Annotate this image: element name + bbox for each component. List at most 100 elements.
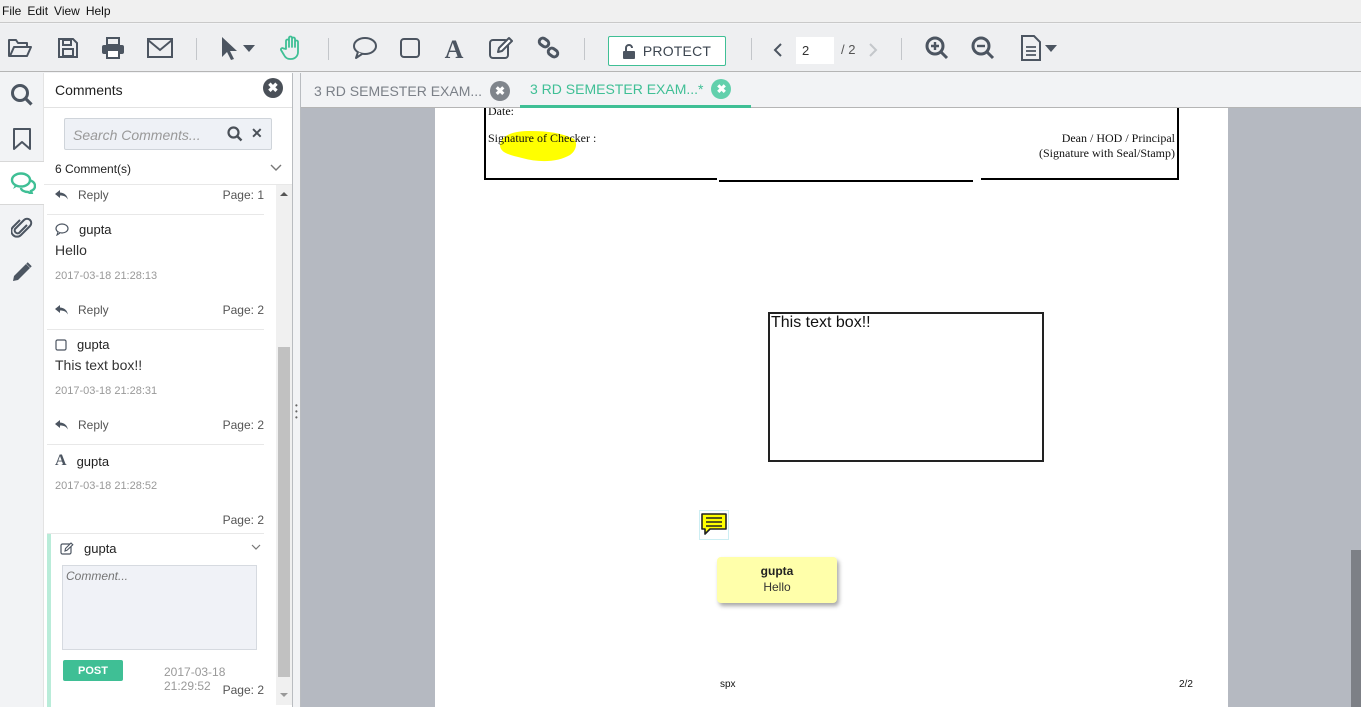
menu-view[interactable]: View [52, 4, 84, 18]
sticky-note-popup: gupta Hello [717, 557, 837, 603]
text-icon: A [445, 36, 464, 60]
comment-author: A gupta [55, 452, 110, 469]
toolbar-divider [584, 38, 585, 60]
chevron-left-icon [773, 43, 782, 57]
footer-left: spx [720, 679, 736, 690]
protect-button[interactable]: PROTECT [608, 36, 726, 66]
popup-text: Hello [763, 580, 791, 594]
menu-edit[interactable]: Edit [25, 4, 52, 18]
close-icon: ✖ [267, 80, 279, 95]
menu-file[interactable]: File [0, 4, 25, 18]
envelope-icon [147, 38, 173, 58]
dean-label: Dean / HOD / Principal [1061, 131, 1175, 145]
reply-button[interactable]: Reply [55, 188, 109, 202]
divider [47, 214, 264, 215]
panel-splitter[interactable]: • • • [292, 73, 301, 707]
tab-document-1[interactable]: 3 RD SEMESTER EXAM... ✖ [314, 73, 511, 108]
zoom-out-button[interactable] [969, 34, 997, 62]
speech-bubble-icon [55, 223, 69, 236]
close-tab-icon[interactable]: ✖ [490, 80, 511, 101]
sidebar-item-signatures[interactable] [0, 250, 44, 294]
document-icon [1021, 35, 1041, 61]
sidebar-item-bookmarks[interactable] [0, 117, 44, 161]
sticky-note-marker[interactable] [699, 510, 729, 540]
page-total: / 2 [841, 42, 856, 57]
toolbar-divider [751, 38, 752, 60]
comment-text: This text box!! [55, 357, 143, 373]
popup-author: gupta [760, 564, 794, 578]
comment-author: gupta [55, 222, 112, 237]
reply-icon [55, 420, 68, 430]
scroll-down-icon[interactable] [280, 692, 288, 698]
pencil-icon [13, 262, 32, 281]
comment-timestamp: 2017-03-18 21:28:31 [55, 385, 158, 397]
zoom-out-icon [971, 36, 995, 60]
zoom-in-button[interactable] [923, 34, 951, 62]
save-button[interactable] [55, 34, 81, 62]
email-button[interactable] [146, 34, 174, 62]
tab-document-2[interactable]: 3 RD SEMESTER EXAM...* ✖ [520, 73, 752, 108]
prev-page-button[interactable] [768, 36, 788, 64]
comment-count: 6 Comment(s) [55, 162, 132, 176]
next-page-button[interactable] [864, 36, 882, 64]
sidebar-item-attachments[interactable] [0, 206, 44, 250]
reply-button[interactable]: Reply [55, 418, 109, 432]
table-border [484, 178, 717, 180]
link-tool-button[interactable] [535, 34, 563, 62]
print-button[interactable] [99, 34, 127, 62]
comment-textarea[interactable] [62, 565, 257, 650]
panel-scrollbar[interactable] [276, 185, 292, 705]
search-icon[interactable] [227, 126, 243, 142]
sidebar-item-search[interactable] [0, 73, 44, 117]
comments-icon [10, 172, 36, 194]
viewer-scroll-thumb[interactable] [1351, 550, 1361, 707]
menu-help[interactable]: Help [84, 4, 115, 18]
toolbar-divider [901, 38, 902, 60]
chevron-down-icon [270, 164, 282, 171]
comment-tool-button[interactable] [351, 34, 379, 62]
sidebar-rail [0, 73, 45, 707]
drag-handle-icon: • • • [295, 401, 298, 422]
print-icon [102, 37, 124, 59]
comment-search: ✕ [64, 118, 272, 150]
edit-icon [60, 542, 74, 555]
comment-page: Page: 2 [222, 513, 264, 527]
comment-author: gupta [55, 337, 110, 352]
document-viewer[interactable]: Date: Signature of Checker : Dean / HOD … [301, 108, 1361, 707]
page-number-input[interactable] [796, 37, 834, 64]
unlock-icon [622, 43, 635, 59]
bookmark-icon [13, 128, 31, 150]
post-button[interactable]: POST [63, 660, 123, 681]
edit-tool-button[interactable] [487, 34, 515, 62]
reply-icon [55, 190, 68, 200]
table-border [1177, 108, 1179, 180]
chevron-right-icon [869, 43, 878, 57]
select-tool-button[interactable] [216, 34, 260, 62]
square-icon [55, 338, 67, 351]
chevron-down-icon[interactable] [251, 542, 261, 552]
view-mode-button[interactable] [1016, 34, 1062, 62]
comment-author: gupta [60, 541, 117, 556]
pan-tool-button[interactable] [278, 34, 306, 62]
protect-label: PROTECT [642, 43, 712, 59]
caret-down-icon [1045, 45, 1057, 52]
open-button[interactable] [6, 34, 34, 62]
close-panel-button[interactable]: ✖ [263, 78, 283, 98]
search-comments-input[interactable] [73, 125, 223, 145]
table-border [981, 178, 1179, 180]
rectangle-tool-button[interactable] [398, 34, 422, 62]
edit-icon [489, 37, 513, 59]
sidebar-item-comments[interactable] [0, 161, 45, 205]
clear-search-icon[interactable]: ✕ [251, 125, 263, 142]
close-tab-icon[interactable]: ✖ [711, 79, 732, 99]
scroll-up-icon[interactable] [280, 191, 288, 197]
panel-title: Comments [55, 82, 123, 98]
panel-scroll-thumb[interactable] [278, 347, 290, 677]
textbox-annotation[interactable]: This text box!! [768, 312, 1044, 462]
speech-bubble-icon [353, 37, 377, 59]
comment-count-row[interactable]: 6 Comment(s) [44, 155, 292, 185]
comment-page: Page: 2 [222, 683, 264, 697]
date-label: Date: [488, 108, 514, 118]
reply-button[interactable]: Reply [55, 303, 109, 317]
text-tool-button[interactable]: A [441, 34, 467, 62]
